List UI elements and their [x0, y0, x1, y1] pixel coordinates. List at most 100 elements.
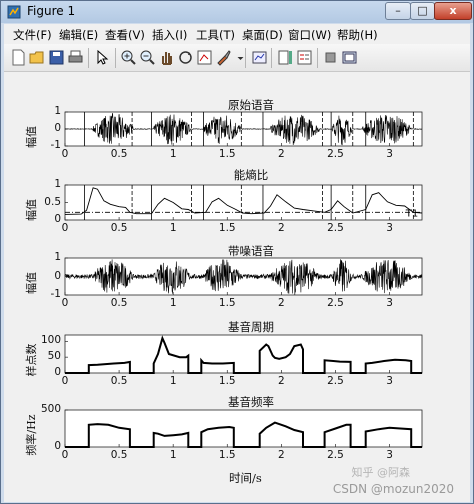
menu-bar: 文件(F) 编辑(E) 查看(V) 插入(I) 工具(T) 桌面(D) 窗口(W… — [4, 24, 470, 44]
figure-toolbar — [4, 44, 470, 72]
plots-area: T1 — [64, 111, 423, 448]
print-icon[interactable] — [67, 49, 84, 66]
x-tick-label: 1.5 — [218, 449, 236, 461]
pan-icon[interactable] — [158, 49, 175, 66]
x-tick-label: 2.5 — [327, 449, 344, 461]
y-tick-label: 0 — [54, 269, 61, 282]
subplot1-title: 原始语音 — [228, 98, 274, 112]
x-tick-label: 0 — [61, 222, 69, 234]
subplot4-title: 基音周期 — [228, 320, 274, 334]
y-tick-label: 1 — [54, 105, 61, 117]
insert-colorbar-icon[interactable] — [277, 49, 294, 66]
save-icon[interactable] — [48, 49, 65, 66]
x-tick-label: 2.5 — [327, 148, 344, 160]
x-tick-label: 3 — [386, 297, 393, 309]
x-tick-label: 3 — [386, 375, 393, 387]
show-plot-tools-icon[interactable] — [341, 49, 358, 66]
close-button[interactable]: x — [434, 2, 472, 20]
new-figure-icon[interactable] — [10, 49, 27, 66]
insert-legend-icon[interactable] — [296, 49, 313, 66]
x-tick-label: 2 — [278, 297, 285, 309]
brush-icon[interactable] — [215, 49, 232, 66]
x-tick-label: 2 — [278, 148, 285, 160]
x-tick-label: 2.5 — [327, 222, 344, 234]
menu-view[interactable]: 查看(V) — [105, 27, 145, 43]
x-tick-label: 3 — [386, 148, 393, 160]
subplot2-title: 能熵比 — [233, 168, 269, 182]
x-tick-label: 1.5 — [218, 297, 236, 309]
x-tick-label: 1 — [169, 222, 177, 234]
watermark-csdn: CSDN @mozun2020 — [332, 482, 454, 496]
menu-tools[interactable]: 工具(T) — [196, 27, 235, 43]
subplot4-ylabel: 样点数 — [25, 343, 38, 377]
x-tick-label: 0 — [61, 297, 69, 309]
x-tick-label: 2 — [278, 375, 285, 387]
zoom-in-icon[interactable] — [120, 49, 137, 66]
x-tick-label: 2 — [278, 449, 285, 461]
axes-box-4 — [64, 334, 423, 374]
subplot1-ylabel: 幅值 — [25, 126, 38, 148]
threshold-label: T1 — [405, 208, 418, 219]
y-tick-label: 0 — [54, 213, 61, 225]
watermark-zhihu: 知乎 @阿森 — [351, 466, 411, 479]
y-tick-label: 500 — [40, 403, 61, 415]
x-tick-label: 1 — [169, 297, 177, 309]
minimize-button[interactable]: – — [385, 2, 411, 20]
y-tick-label: 0 — [54, 440, 61, 452]
x-tick-label: 0.5 — [110, 297, 128, 309]
xaxis-label: 时间/s — [229, 471, 262, 485]
x-tick-label: 1.5 — [218, 375, 236, 387]
x-tick-label: 2.5 — [327, 375, 344, 387]
hide-plot-tools-icon[interactable] — [322, 49, 339, 66]
x-tick-label: 2 — [278, 222, 285, 234]
menu-insert[interactable]: 插入(I) — [152, 27, 187, 43]
x-tick-label: 3 — [386, 222, 393, 234]
figure-window: Figure 1 – □ x 文件(F) 编辑(E) 查看(V) 插入(I) 工… — [0, 0, 474, 504]
y-tick-label: -1 — [50, 139, 61, 151]
rotate-3d-icon[interactable] — [177, 49, 194, 66]
x-tick-label: 1.5 — [218, 148, 236, 160]
zoom-out-icon[interactable] — [139, 49, 156, 66]
x-tick-label: 3 — [386, 449, 393, 461]
x-tick-label: 0.5 — [110, 222, 128, 234]
data-cursor-icon[interactable] — [196, 49, 213, 66]
subplot3-ylabel: 幅值 — [25, 272, 38, 294]
menu-edit[interactable]: 编辑(E) — [59, 27, 98, 43]
y-tick-label: -1 — [50, 288, 61, 300]
x-tick-label: 1 — [169, 375, 177, 387]
menu-help[interactable]: 帮助(H) — [337, 27, 378, 43]
x-tick-label: 0 — [61, 449, 69, 461]
x-tick-label: 0 — [61, 148, 69, 160]
y-tick-label: 0 — [54, 122, 61, 134]
x-tick-label: 1.5 — [218, 222, 236, 234]
edit-plot-icon[interactable] — [94, 49, 111, 66]
menu-file[interactable]: 文件(F) — [13, 27, 52, 43]
y-tick-label: 100 — [40, 334, 61, 347]
y-tick-label: 0 — [54, 366, 61, 378]
x-tick-label: 1 — [169, 449, 177, 461]
menu-desktop[interactable]: 桌面(D) — [242, 27, 283, 43]
matlab-figure-icon — [7, 5, 21, 19]
x-tick-label: 0.5 — [110, 375, 128, 387]
y-tick-label: 1 — [54, 178, 61, 190]
y-tick-label: 0.5 — [44, 195, 61, 208]
subplot2-ylabel: 幅值 — [25, 199, 38, 221]
x-tick-label: 0.5 — [110, 148, 128, 160]
x-tick-label: 2.5 — [327, 297, 344, 309]
open-file-icon[interactable] — [29, 49, 46, 66]
x-tick-label: 1 — [169, 148, 177, 160]
subplot5-title: 基音频率 — [228, 395, 274, 409]
menu-window[interactable]: 窗口(W) — [288, 27, 331, 43]
window-title: Figure 1 — [27, 4, 76, 18]
subplot5-ylabel: 频率/Hz — [25, 414, 38, 456]
link-plot-icon[interactable] — [251, 49, 268, 66]
x-tick-label: 0.5 — [110, 449, 128, 461]
subplot3-title: 带噪语音 — [228, 244, 274, 258]
x-tick-label: 0 — [61, 375, 69, 387]
y-tick-label: 1 — [54, 251, 61, 263]
title-bar[interactable]: Figure 1 – □ x — [1, 1, 473, 23]
maximize-button[interactable]: □ — [410, 2, 435, 20]
brush-dropdown-icon[interactable] — [232, 49, 244, 66]
figure-canvas: T1 原始语音 能熵比 带噪语音 基音周期 基音频率 幅值 幅值 幅值 样点数 … — [4, 72, 470, 502]
y-tick-label: 50 — [47, 350, 61, 363]
